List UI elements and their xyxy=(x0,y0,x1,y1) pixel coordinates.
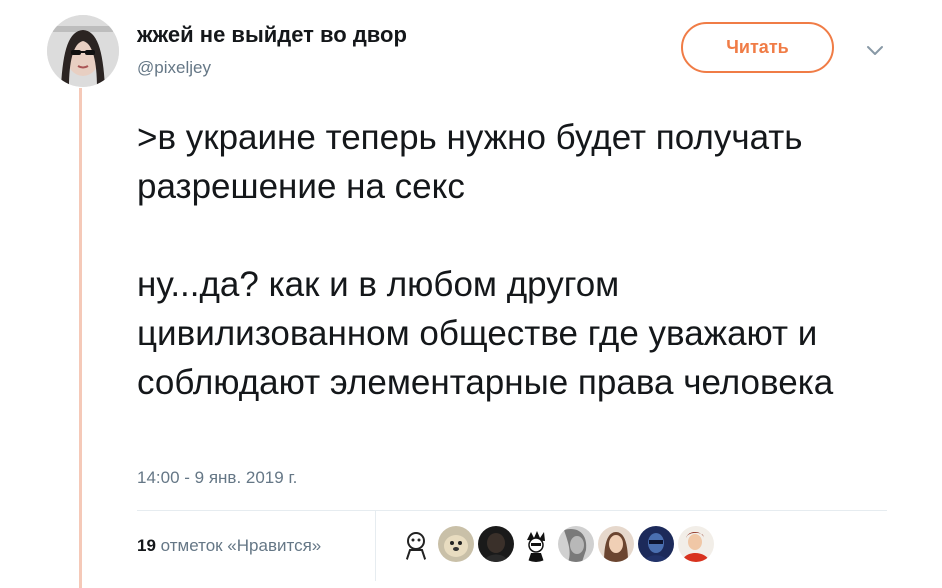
woman-avatar[interactable] xyxy=(598,526,634,562)
tweet-text: >в украине теперь нужно будет получать р… xyxy=(137,113,877,407)
likers-list xyxy=(398,526,714,562)
likes-label: отметок «Нравится» xyxy=(160,536,322,555)
cartoon-avatar[interactable] xyxy=(518,526,554,562)
tweet-paragraph: >в украине теперь нужно будет получать р… xyxy=(137,118,803,206)
likes-count: 19 xyxy=(137,536,156,555)
stat-divider xyxy=(375,511,376,581)
follow-button[interactable]: Читать xyxy=(681,22,834,73)
blue-avatar[interactable] xyxy=(638,526,674,562)
author-avatar[interactable] xyxy=(47,15,119,87)
tweet-timestamp[interactable]: 14:00 - 9 янв. 2019 г. xyxy=(137,468,297,488)
chevron-down-icon[interactable] xyxy=(863,38,887,62)
dog-avatar[interactable] xyxy=(438,526,474,562)
likes-stat[interactable]: 19 отметок «Нравится» xyxy=(137,536,321,556)
bw-portrait-avatar[interactable] xyxy=(558,526,594,562)
thread-line xyxy=(79,88,82,588)
display-name[interactable]: жжей не выйдет во двор xyxy=(137,22,407,48)
divider xyxy=(137,510,887,511)
tweet-paragraph: ну...да? как и в любом другом цивилизова… xyxy=(137,265,834,402)
dark-avatar[interactable] xyxy=(478,526,514,562)
red-avatar[interactable] xyxy=(678,526,714,562)
user-handle[interactable]: @pixeljey xyxy=(137,58,211,78)
profile-photo-icon xyxy=(47,15,119,87)
sketch-avatar[interactable] xyxy=(398,526,434,562)
